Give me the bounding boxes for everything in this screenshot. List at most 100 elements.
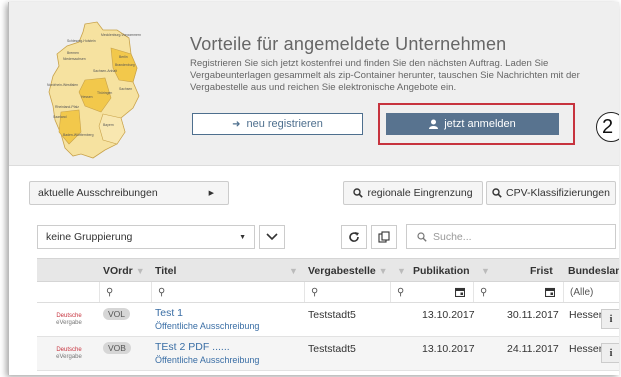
aktuelle-ausschreibungen-dropdown[interactable]: aktuelle Ausschreibungen ▶ <box>29 181 229 205</box>
cpv-label: CPV-Klassifizierungen <box>506 187 610 199</box>
info-icon: i <box>609 313 613 325</box>
search-placeholder: Suche... <box>433 230 472 243</box>
copy-button[interactable] <box>371 225 397 249</box>
search-icon: ⚲ <box>158 286 166 298</box>
highlight-box <box>378 103 575 145</box>
register-button-label: neu registrieren <box>246 118 323 130</box>
map-label: Nordrhein-Westfalen <box>47 83 78 87</box>
info-button[interactable]: i <box>601 309 619 329</box>
col-publikation-label: Publikation <box>413 265 470 277</box>
table-header: VOrdr ▼ Titel ▼ Vergabestelle ▼ ▼ Publik… <box>37 258 619 282</box>
aktuelle-label: aktuelle Ausschreibungen <box>38 187 158 199</box>
col-titel-filter[interactable]: ▼ <box>289 259 298 283</box>
filter-icon: ▼ <box>135 266 145 276</box>
frist-cell: 30.11.2017 <box>507 309 559 321</box>
title-link[interactable]: Test 1 <box>155 307 259 319</box>
map-label: Berlin <box>119 55 128 59</box>
vordr-badge: VOL <box>103 308 131 320</box>
publisher-logo: Deutsche eVergabe <box>41 303 97 337</box>
search-icon: ⚲ <box>311 286 319 298</box>
search-input[interactable]: Suche... <box>406 224 616 249</box>
map-label: Hessen <box>81 95 93 99</box>
title-cell: TEst 2 PDF ...... Öffentliche Ausschreib… <box>155 341 259 365</box>
register-button[interactable]: ➜ neu registrieren <box>192 113 363 135</box>
map-label: Bayern <box>103 123 114 127</box>
map-label: Thüringen <box>97 91 112 95</box>
search-icon: ⚲ <box>106 286 114 298</box>
col-titel[interactable]: Titel <box>155 259 176 283</box>
col-vordr[interactable]: VOrdr ▼ <box>103 259 145 283</box>
filter-icon: ▼ <box>378 266 388 276</box>
procedure-type-link[interactable]: Öffentliche Ausschreibung <box>155 321 259 331</box>
title-link[interactable]: TEst 2 PDF ...... <box>155 341 259 353</box>
map-label: Rheinland-Pfalz <box>55 105 79 109</box>
refresh-icon <box>349 232 359 242</box>
publikation-cell: 13.10.2017 <box>422 309 475 321</box>
map-label: Sachsen <box>119 87 132 91</box>
col-publikation[interactable]: Publikation <box>413 259 470 283</box>
banner-text: Registrieren Sie sich jetzt kostenfrei u… <box>190 58 580 93</box>
refresh-button[interactable] <box>341 225 367 249</box>
col-vergabestelle-label: Vergabestelle <box>308 265 376 277</box>
map-label: Sachsen-Anhalt <box>93 69 117 73</box>
map-label: Mecklenburg-Vorpommern <box>101 33 141 37</box>
map-label: Baden-Württemberg <box>63 133 94 137</box>
info-icon: i <box>609 347 613 359</box>
calendar-icon[interactable] <box>545 287 555 297</box>
col-publikation-filter[interactable]: ▼ <box>397 259 406 283</box>
info-button[interactable]: i <box>601 343 619 363</box>
col-frist[interactable]: Frist <box>530 259 553 283</box>
grouping-select[interactable]: keine Gruppierung ▼ <box>37 225 255 249</box>
map-label: Brandenburg <box>115 63 135 67</box>
germany-map[interactable]: Schleswig-Holstein Mecklenburg-Vorpommer… <box>45 20 145 160</box>
procedure-type-link[interactable]: Öffentliche Ausschreibung <box>155 355 259 365</box>
publikation-cell: 13.10.2017 <box>422 343 475 355</box>
map-label: Saarland <box>53 115 67 119</box>
filter-icon: ▼ <box>397 266 406 276</box>
map-label: Schleswig-Holstein <box>67 39 96 43</box>
search-icon <box>353 188 364 198</box>
search-icon: ⚲ <box>397 286 405 298</box>
search-icon <box>492 188 502 198</box>
publisher-logo: Deutsche eVergabe <box>41 337 97 371</box>
cpv-filter-button[interactable]: CPV-Klassifizierungen <box>486 181 616 205</box>
map-label: Bremen <box>67 51 79 55</box>
chevron-down-icon <box>266 233 278 241</box>
bundesland-cell: Hessen <box>569 343 605 355</box>
col-vergabestelle[interactable]: Vergabestelle ▼ <box>308 259 388 283</box>
vergabestelle-cell: Teststadt5 <box>308 309 356 321</box>
dropdown-arrow-icon: ▼ <box>239 233 246 241</box>
col-frist-filter[interactable]: ▼ <box>481 259 490 283</box>
table-row[interactable]: Deutsche eVergabe VOB TEst 2 PDF ...... Ö… <box>37 337 619 371</box>
login-banner: Schleswig-Holstein Mecklenburg-Vorpommer… <box>9 2 619 166</box>
title-cell: Test 1 Öffentliche Ausschreibung <box>155 307 259 331</box>
map-label: Niedersachsen <box>63 57 86 61</box>
step-number: 2 <box>602 115 614 138</box>
regional-filter-button[interactable]: regionale Eingrenzung <box>343 181 483 205</box>
col-bundesland-label: Bundesland <box>568 265 619 277</box>
vordr-badge: VOB <box>103 342 131 354</box>
app-window: Schleswig-Holstein Mecklenburg-Vorpommer… <box>8 2 619 375</box>
search-icon: ⚲ <box>480 286 488 298</box>
calendar-icon[interactable] <box>455 287 465 297</box>
col-bundesland[interactable]: Bundesland <box>568 259 619 283</box>
col-frist-label: Frist <box>530 265 553 277</box>
logo-line1: Deutsche <box>56 347 82 353</box>
col-vordr-label: VOrdr <box>103 265 133 277</box>
logo-line2: eVergabe <box>56 354 82 360</box>
search-icon <box>417 231 427 242</box>
banner-title: Vorteile für angemeldete Unternehmen <box>190 34 507 54</box>
collapse-button[interactable] <box>259 225 285 249</box>
titel-filter-input[interactable]: ⚲ <box>151 282 304 302</box>
logo-line1: Deutsche <box>56 313 82 319</box>
vergabestelle-cell: Teststadt5 <box>308 343 356 355</box>
step-marker: 2 <box>596 112 619 142</box>
caret-right-icon: ▶ <box>208 190 214 197</box>
frist-cell: 24.11.2017 <box>507 343 559 355</box>
vordr-filter-input[interactable]: ⚲ <box>99 282 151 302</box>
filter-icon: ▼ <box>481 266 490 276</box>
regional-label: regionale Eingrenzung <box>367 187 473 199</box>
copy-icon <box>378 231 390 243</box>
filter-icon: ▼ <box>289 266 298 276</box>
logo-line2: eVergabe <box>56 320 82 326</box>
